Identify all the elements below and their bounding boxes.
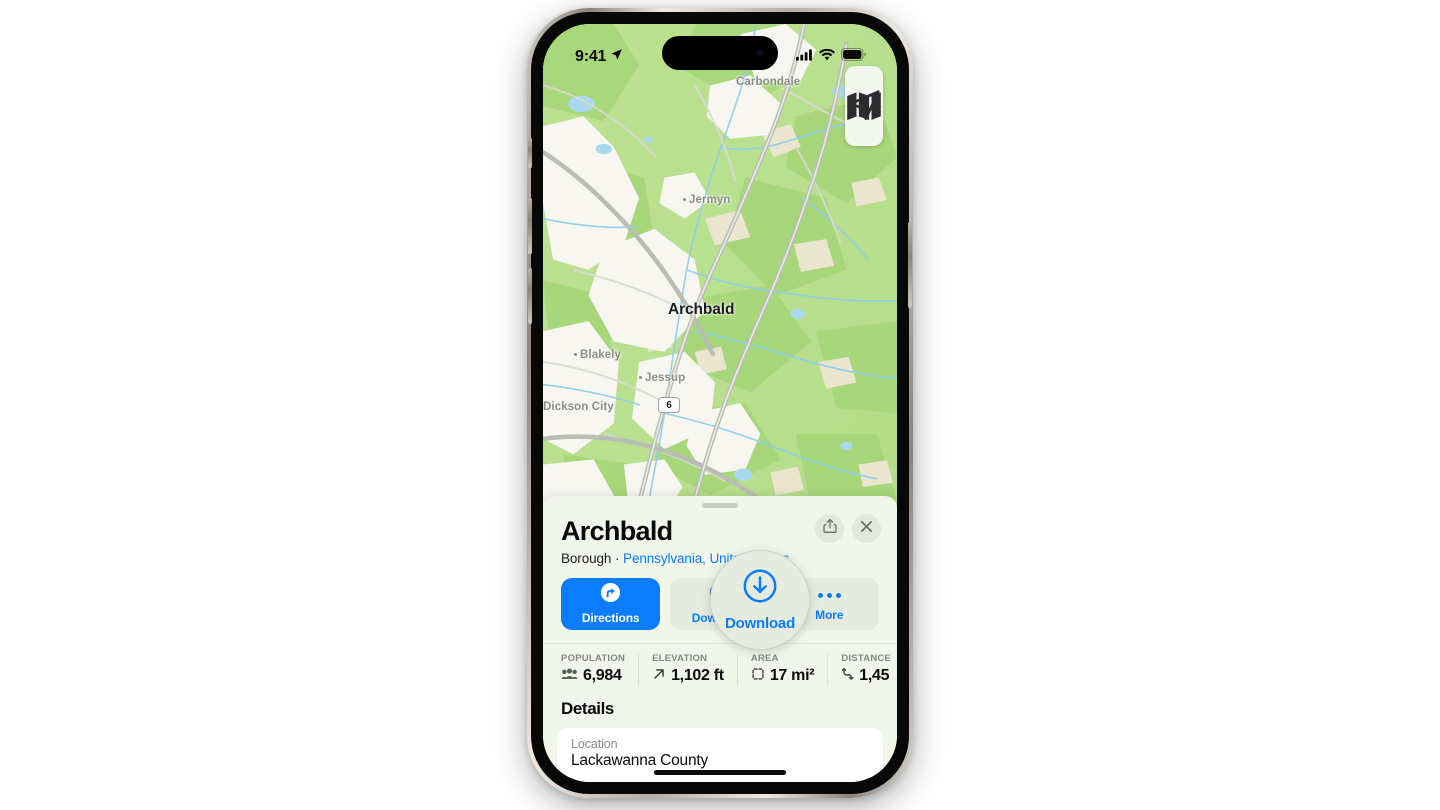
stat-value: 1,102 ft bbox=[671, 667, 724, 685]
place-card-header: Archbald Borough · Pennsylvania, United … bbox=[543, 508, 897, 566]
dashed-square-icon bbox=[751, 667, 765, 686]
card-header-actions bbox=[815, 514, 881, 543]
map-label-text: Jessup bbox=[645, 372, 686, 384]
subtitle-separator: · bbox=[611, 550, 624, 566]
directions-button-label: Directions bbox=[581, 611, 640, 626]
detail-location-label: Location bbox=[571, 736, 618, 751]
screenshot-canvas: Carbondale Jermyn Archbald Blakely Jessu… bbox=[0, 0, 1440, 810]
place-card: Archbald Borough · Pennsylvania, United … bbox=[543, 496, 897, 782]
map-controls[interactable] bbox=[845, 66, 883, 146]
more-button-label: More bbox=[815, 608, 844, 623]
stat-value-row: 1,45 bbox=[841, 667, 891, 686]
iphone-device-frame: Carbondale Jermyn Archbald Blakely Jessu… bbox=[527, 8, 913, 798]
map-label-jermyn: Jermyn bbox=[683, 194, 731, 206]
directions-button[interactable]: Directions bbox=[561, 577, 661, 630]
map-label-text: Carbondale bbox=[736, 76, 801, 88]
stat-value: 6,984 bbox=[583, 666, 622, 684]
map-label-text: Archbald bbox=[668, 301, 735, 318]
map-label-archbald: Archbald bbox=[668, 301, 734, 319]
map-label-dot bbox=[683, 197, 686, 201]
stat-value-row: 1,102 ft bbox=[652, 667, 724, 686]
stat-label: DISTANCE bbox=[841, 652, 892, 664]
stat-area: AREA 17 mi² bbox=[750, 652, 829, 686]
details-heading: Details bbox=[561, 698, 614, 718]
volume-down-button[interactable] bbox=[528, 268, 532, 324]
stat-value-row: 17 mi² bbox=[751, 667, 815, 686]
map-label-text: Blakely bbox=[580, 349, 621, 361]
dynamic-island bbox=[662, 36, 778, 70]
highway-shield-6: 6 bbox=[658, 397, 680, 413]
stat-label: POPULATION bbox=[561, 652, 626, 664]
volume-up-button[interactable] bbox=[528, 198, 532, 254]
detail-location-value: Lackawanna County bbox=[571, 751, 709, 769]
stat-value-row: 6,984 bbox=[561, 667, 625, 685]
route-icon bbox=[841, 667, 854, 686]
map-label-dickson-city: Dickson City bbox=[543, 401, 614, 413]
stat-label: AREA bbox=[750, 652, 779, 664]
place-stats-row[interactable]: POPULATION 6,984 ELEVATION 1,102 ft AREA… bbox=[543, 642, 897, 686]
directions-arrow-icon bbox=[600, 582, 621, 608]
ellipsis-icon bbox=[817, 585, 841, 605]
home-indicator[interactable] bbox=[654, 770, 786, 775]
stat-label: ELEVATION bbox=[652, 652, 708, 664]
share-icon bbox=[822, 518, 837, 539]
stat-value: 1,45 bbox=[859, 667, 890, 685]
close-button[interactable] bbox=[852, 514, 881, 543]
map-label-dot bbox=[574, 352, 577, 356]
stat-population: POPULATION 6,984 bbox=[561, 652, 640, 686]
close-icon bbox=[860, 520, 873, 538]
stat-value: 17 mi² bbox=[769, 667, 815, 685]
share-button[interactable] bbox=[815, 514, 844, 543]
highway-number: 6 bbox=[666, 399, 672, 411]
magnifier-label: Download bbox=[724, 615, 796, 632]
map-label-jessup: Jessup bbox=[639, 372, 685, 384]
download-circle-icon bbox=[742, 568, 778, 609]
stat-elevation: ELEVATION 1,102 ft bbox=[652, 652, 738, 686]
map-label-dot bbox=[639, 375, 642, 379]
locate-me-button[interactable] bbox=[845, 90, 883, 146]
place-type: Borough bbox=[561, 550, 612, 566]
map-label-text: Jermyn bbox=[689, 194, 731, 206]
power-button[interactable] bbox=[908, 222, 912, 308]
phone-screen: Carbondale Jermyn Archbald Blakely Jessu… bbox=[543, 24, 897, 782]
map-label-carbondale: Carbondale bbox=[736, 76, 800, 88]
people-icon bbox=[561, 667, 578, 685]
stat-distance: DISTANCE 1,45 bbox=[841, 653, 897, 686]
place-subtitle: Borough · Pennsylvania, United States bbox=[561, 551, 879, 566]
phone-bezel: Carbondale Jermyn Archbald Blakely Jessu… bbox=[528, 12, 912, 794]
map-label-text: Dickson City bbox=[543, 401, 614, 413]
up-right-arrow-icon bbox=[652, 667, 666, 686]
map-label-blakely: Blakely bbox=[574, 349, 621, 361]
download-button-magnifier: Download bbox=[710, 550, 810, 650]
silent-switch[interactable] bbox=[528, 138, 532, 168]
